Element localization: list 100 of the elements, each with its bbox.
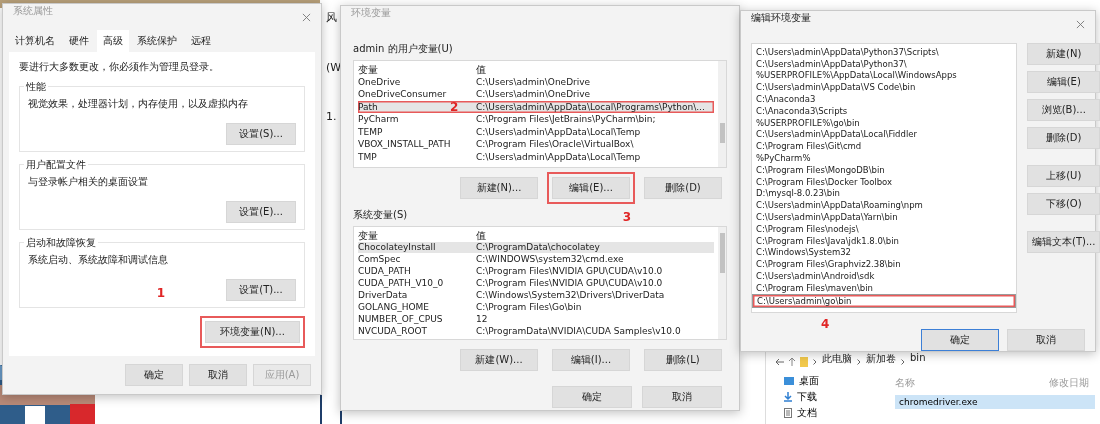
variable-row[interactable]: OneDrive C:\Users\admin\OneDrive <box>358 75 714 88</box>
variable-row[interactable]: VBOX_INSTALL_PATH C:\Program Files\Oracle\VirtualBox\ <box>358 138 714 151</box>
column-header: 变量 <box>358 63 378 77</box>
variable-button[interactable]: 新建(W)... <box>460 349 538 371</box>
group-description: 系统启动、系统故障和调试信息 <box>28 253 168 267</box>
background-text: 1. <box>326 110 337 123</box>
tab[interactable]: 高级 <box>97 30 129 52</box>
variable-value: C:\Program Files\JetBrains\PyCharm\bin; <box>476 114 656 125</box>
variable-row[interactable]: Path 2 C:\Users\admin\AppData\Local\Programs\Python\... <box>358 100 714 113</box>
variable-value: C:\Users\admin\AppData\Local\Programs\Python\... <box>476 101 705 112</box>
environment-variables-button[interactable]: 环境变量(N)... <box>205 321 300 343</box>
variable-row[interactable]: CUDA_PATH_V10_0 C:\Program Files\NVIDIA GPU\CUDA\v10.0 <box>358 277 714 290</box>
variable-name: CUDA_PATH <box>358 266 411 277</box>
variable-name: TMP <box>358 151 377 162</box>
variable-value: C:\ProgramData\chocolatey <box>476 242 600 253</box>
window-title: 编辑环境变量 <box>751 11 811 25</box>
tab[interactable]: 硬件 <box>63 30 95 52</box>
variable-value: C:\Users\admin\OneDrive <box>476 76 591 87</box>
settings-button[interactable]: 设置(S)... <box>226 123 296 145</box>
window-title: 系统属性 <box>13 4 53 18</box>
variable-value: C:\ProgramData\NVIDIA\CUDA Samples\v10.0 <box>476 326 681 337</box>
dialog-button[interactable]: 取消 <box>642 386 722 408</box>
back-arrow-icon[interactable] <box>776 359 784 365</box>
variable-row[interactable]: PyCharm C:\Program Files\JetBrains\PyCharm\bin; <box>358 113 714 126</box>
group-title: 性能 <box>24 80 48 94</box>
breadcrumb[interactable]: bin <box>910 352 926 363</box>
variable-value: C:\Program Files\Go\bin <box>476 302 582 313</box>
background-text: 风 <box>326 10 337 25</box>
tab[interactable]: 系统保护 <box>131 30 183 52</box>
settings-button[interactable]: 设置(T)... <box>226 279 296 301</box>
section-title: 系统变量(S) <box>353 208 408 222</box>
variable-value: C:\Windows\System32\Drivers\DriverData <box>476 290 665 301</box>
tab[interactable]: 计算机名 <box>9 30 61 52</box>
side-button[interactable]: 编辑文本(T)... <box>1027 231 1100 253</box>
side-button[interactable]: 删除(D) <box>1027 127 1100 149</box>
close-icon[interactable] <box>1076 19 1085 29</box>
side-button[interactable]: 上移(U) <box>1027 165 1100 187</box>
close-icon[interactable] <box>302 12 311 22</box>
variable-button[interactable]: 删除(D) <box>644 177 722 199</box>
section-title: admin 的用户变量(U) <box>353 42 453 56</box>
sidebar-item[interactable]: 下载 <box>784 390 889 404</box>
variable-row[interactable]: TMP C:\Users\admin\AppData\Local\Temp <box>358 150 714 163</box>
scrollbar[interactable] <box>718 61 726 167</box>
tab[interactable]: 远程 <box>185 30 217 52</box>
variable-name: OneDriveConsumer <box>358 89 447 100</box>
variable-row[interactable]: GOLANG_HOME C:\Program Files\Go\bin <box>358 301 714 314</box>
variable-row[interactable]: ComSpec C:\WINDOWS\system32\cmd.exe <box>358 253 714 266</box>
column-header: 值 <box>476 229 486 243</box>
variable-row[interactable]: NUMBER_OF_CPUS 12 <box>358 313 714 326</box>
variable-value: C:\Users\admin\AppData\Local\Temp <box>476 126 641 137</box>
variable-name: ComSpec <box>358 254 401 265</box>
dialog-button[interactable]: 确定 <box>552 386 632 408</box>
variable-row[interactable]: DriverData C:\Windows\System32\Drivers\DriverData <box>358 289 714 302</box>
side-button[interactable]: 新建(N) <box>1027 43 1100 65</box>
variable-value: C:\WINDOWS\system32\cmd.exe <box>476 254 624 265</box>
settings-button[interactable]: 设置(E)... <box>226 201 296 223</box>
variable-value: C:\Program Files\Oracle\VirtualBox\ <box>476 139 634 150</box>
variable-button[interactable]: 编辑(I)... <box>552 349 630 371</box>
variable-name: GOLANG_HOME <box>358 302 429 313</box>
group-description: 与登录帐户相关的桌面设置 <box>28 175 148 189</box>
dialog-button[interactable]: 取消 <box>189 364 247 386</box>
folder-icon <box>800 357 808 367</box>
document-icon <box>784 408 792 418</box>
sidebar-item[interactable]: 文档 <box>784 406 889 420</box>
chevron-icon <box>901 359 905 365</box>
annotation-number: 2 <box>450 99 459 114</box>
breadcrumb[interactable]: 此电脑 <box>822 352 852 366</box>
scrollbar[interactable] <box>718 227 726 339</box>
variable-value: C:\Program Files\NVIDIA GPU\CUDA\v10.0 <box>476 266 663 277</box>
variable-button[interactable]: 编辑(E)... <box>552 177 630 199</box>
file-row[interactable]: chromedriver.exe <box>895 395 1095 409</box>
dialog-button[interactable]: 取消 <box>1007 329 1085 351</box>
group-title: 启动和故障恢复 <box>24 236 98 250</box>
variable-button[interactable]: 新建(N)... <box>460 177 538 199</box>
breadcrumb[interactable]: 新加卷 <box>866 352 896 366</box>
column-header: 值 <box>476 63 486 77</box>
side-button[interactable]: 浏览(B)... <box>1027 99 1100 121</box>
variable-name: OneDrive <box>358 76 401 87</box>
desktop-icon <box>784 377 794 385</box>
variable-name: ChocolateyInstall <box>358 242 436 253</box>
side-button[interactable]: 编辑(E) <box>1027 71 1100 93</box>
variable-row[interactable]: NVCUDA_ROOT C:\ProgramData\NVIDIA\CUDA Samples\v10.0 <box>358 325 714 337</box>
dialog-button[interactable]: 确定 <box>921 329 999 351</box>
variable-button[interactable]: 删除(L) <box>644 349 722 371</box>
download-icon <box>784 392 792 402</box>
variable-value: C:\Program Files\NVIDIA GPU\CUDA\v10.0 <box>476 278 663 289</box>
side-button[interactable]: 下移(O) <box>1027 193 1100 215</box>
sidebar-item[interactable]: 桌面 <box>784 374 889 388</box>
variable-row[interactable]: ChocolateyInstall C:\ProgramData\chocolatey <box>358 241 714 254</box>
variable-row[interactable]: TEMP C:\Users\admin\AppData\Local\Temp <box>358 125 714 138</box>
dialog-button[interactable]: 确定 <box>125 364 183 386</box>
variable-name: DriverData <box>358 290 408 301</box>
variable-value: C:\Users\admin\AppData\Local\Temp <box>476 151 641 162</box>
group-description: 视觉效果，处理器计划，内存使用，以及虚拟内存 <box>28 97 248 111</box>
variable-name: CUDA_PATH_V10_0 <box>358 278 444 289</box>
variable-row[interactable]: CUDA_PATH C:\Program Files\NVIDIA GPU\CUDA\v10.0 <box>358 265 714 278</box>
variable-row[interactable]: OneDriveConsumer C:\Users\admin\OneDrive <box>358 88 714 101</box>
column-header: 变量 <box>358 229 378 243</box>
chevron-icon <box>813 359 817 365</box>
up-arrow-icon[interactable] <box>789 358 795 366</box>
